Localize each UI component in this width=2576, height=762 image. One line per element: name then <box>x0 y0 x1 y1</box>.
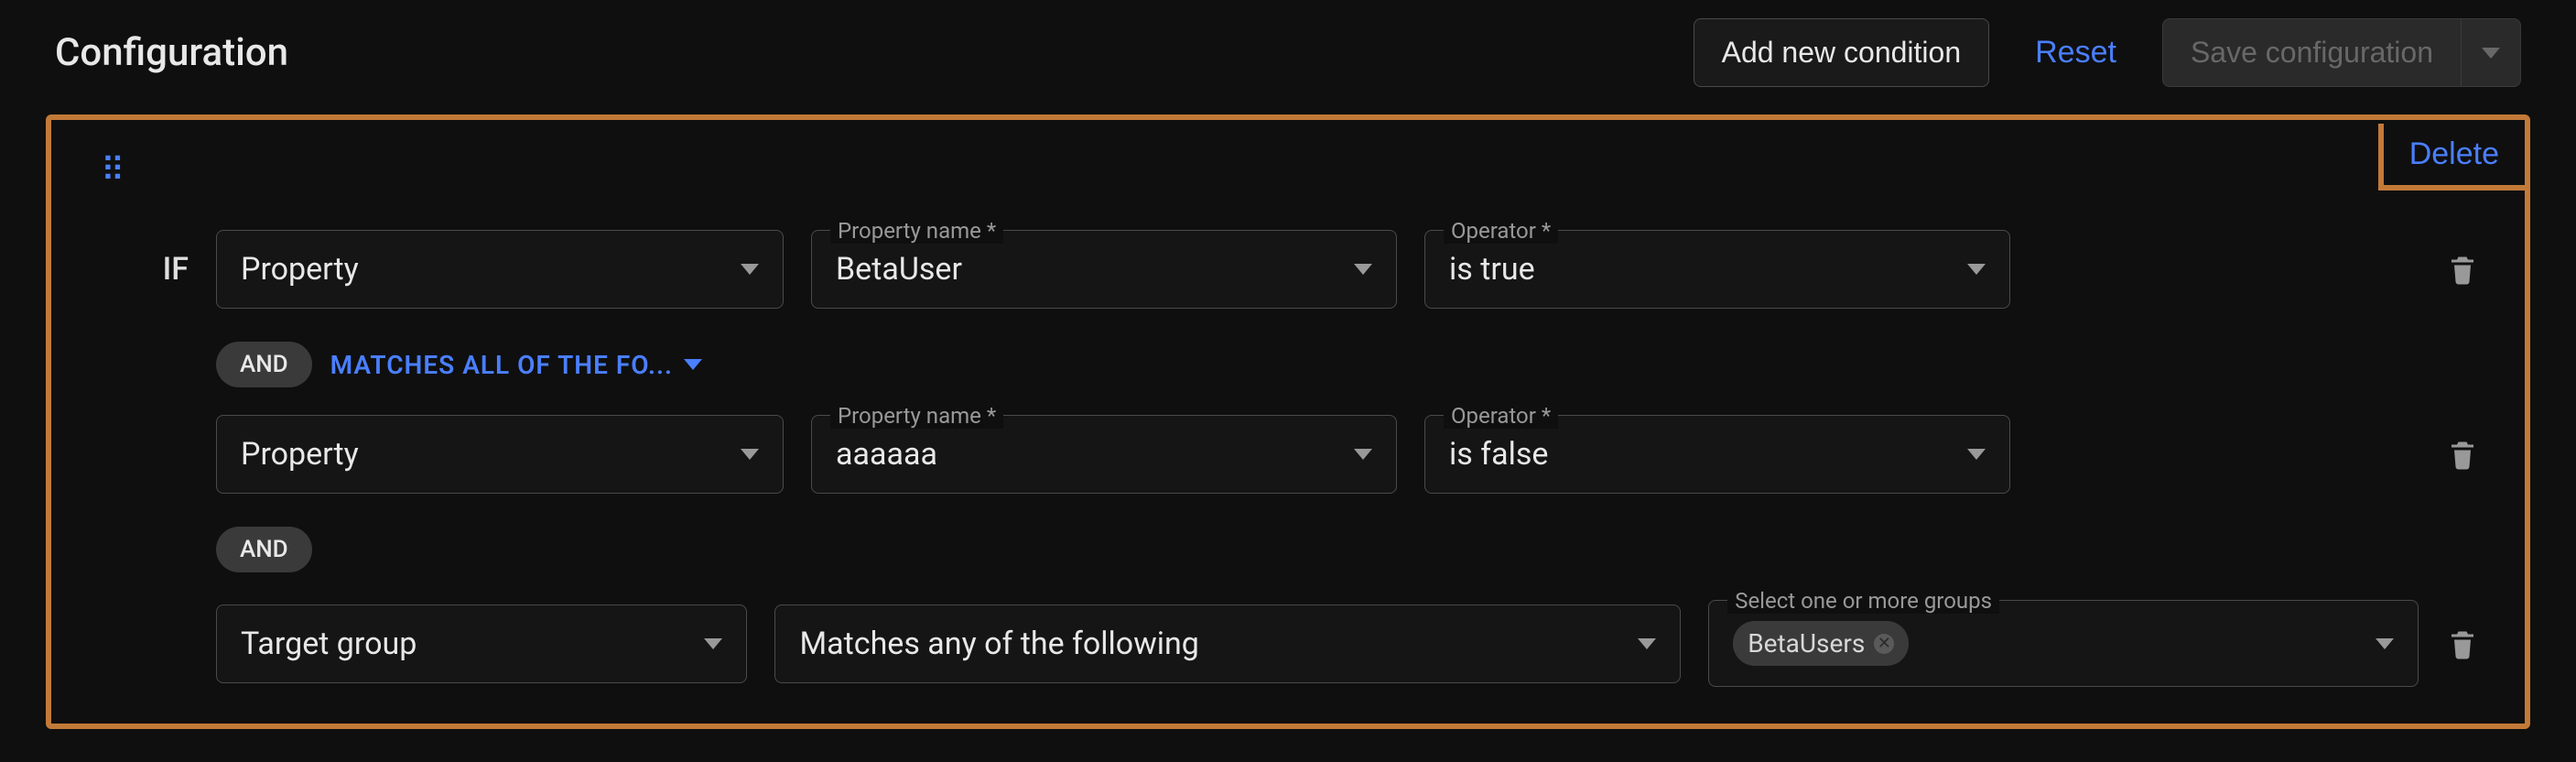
select-value: BetaUser <box>836 251 962 288</box>
block-top-bar: Delete <box>97 147 2479 193</box>
chevron-down-icon <box>1638 638 1656 649</box>
chevron-down-icon <box>741 264 759 275</box>
select-value: aaaaaa <box>836 436 937 473</box>
drag-handle-icon[interactable] <box>97 147 132 193</box>
header-actions: Add new condition Reset Save configurati… <box>1694 18 2521 87</box>
operator-select[interactable]: Operator * is true <box>1424 230 2010 309</box>
connector-row: AND <box>216 527 2479 572</box>
chevron-down-icon <box>1354 264 1372 275</box>
chevron-down-icon <box>1967 264 1986 275</box>
rule-row: Target group Matches any of the followin… <box>124 600 2479 687</box>
delete-block-button[interactable]: Delete <box>2378 124 2525 190</box>
group-tag: BetaUsers ✕ <box>1733 621 1909 666</box>
add-condition-button[interactable]: Add new condition <box>1694 18 1990 87</box>
chevron-down-icon <box>704 638 722 649</box>
field-label: Property name * <box>830 403 1003 429</box>
reset-button[interactable]: Reset <box>2017 18 2135 87</box>
group-tag-label: BetaUsers <box>1748 628 1865 659</box>
and-chip[interactable]: AND <box>216 527 312 572</box>
property-name-select[interactable]: Property name * aaaaaa <box>811 415 1397 494</box>
select-value: Property <box>241 436 359 473</box>
trash-icon[interactable] <box>2446 626 2479 662</box>
chevron-down-icon <box>684 359 702 370</box>
select-value: Target group <box>241 626 417 662</box>
page-title: Configuration <box>55 30 288 75</box>
select-value: is true <box>1449 251 1535 288</box>
trash-icon[interactable] <box>2446 436 2479 473</box>
target-operator-select[interactable]: Matches any of the following <box>774 604 1681 683</box>
chevron-down-icon <box>1967 449 1986 460</box>
condition-block: Delete IF Property Property name * BetaU… <box>46 114 2530 729</box>
save-configuration-button: Save configuration <box>2162 18 2462 87</box>
chevron-down-icon <box>1354 449 1372 460</box>
remove-tag-icon[interactable]: ✕ <box>1874 634 1894 654</box>
connector-row: AND MATCHES ALL OF THE FO... <box>216 342 2479 387</box>
save-button-group: Save configuration <box>2162 18 2521 87</box>
rule-row: IF Property Property name * BetaUser Ope… <box>124 230 2479 309</box>
matches-label: MATCHES ALL OF THE FO... <box>330 350 673 380</box>
operator-select[interactable]: Operator * is false <box>1424 415 2010 494</box>
condition-type-select[interactable]: Property <box>216 415 784 494</box>
select-value: Matches any of the following <box>799 626 1198 662</box>
chevron-down-icon <box>741 449 759 460</box>
select-value: Property <box>241 251 359 288</box>
save-configuration-dropdown <box>2462 18 2521 87</box>
select-value: is false <box>1449 436 1548 473</box>
condition-type-select[interactable]: Property <box>216 230 784 309</box>
field-label: Select one or more groups <box>1727 588 1999 614</box>
if-label: IF <box>124 251 189 288</box>
field-label: Operator * <box>1444 218 1558 244</box>
and-chip[interactable]: AND <box>216 342 312 387</box>
chevron-down-icon <box>2482 48 2500 59</box>
matches-mode-dropdown[interactable]: MATCHES ALL OF THE FO... <box>330 350 702 380</box>
condition-type-select[interactable]: Target group <box>216 604 747 683</box>
chevron-down-icon <box>2376 638 2394 649</box>
condition-body: IF Property Property name * BetaUser Ope… <box>97 230 2479 687</box>
field-label: Operator * <box>1444 403 1558 429</box>
field-label: Property name * <box>830 218 1003 244</box>
page-header: Configuration Add new condition Reset Sa… <box>0 0 2576 114</box>
groups-multiselect[interactable]: Select one or more groups BetaUsers ✕ <box>1708 600 2419 687</box>
property-name-select[interactable]: Property name * BetaUser <box>811 230 1397 309</box>
trash-icon[interactable] <box>2446 251 2479 288</box>
groups-chips: BetaUsers ✕ <box>1733 621 1909 666</box>
rule-row: Property Property name * aaaaaa Operator… <box>124 415 2479 494</box>
